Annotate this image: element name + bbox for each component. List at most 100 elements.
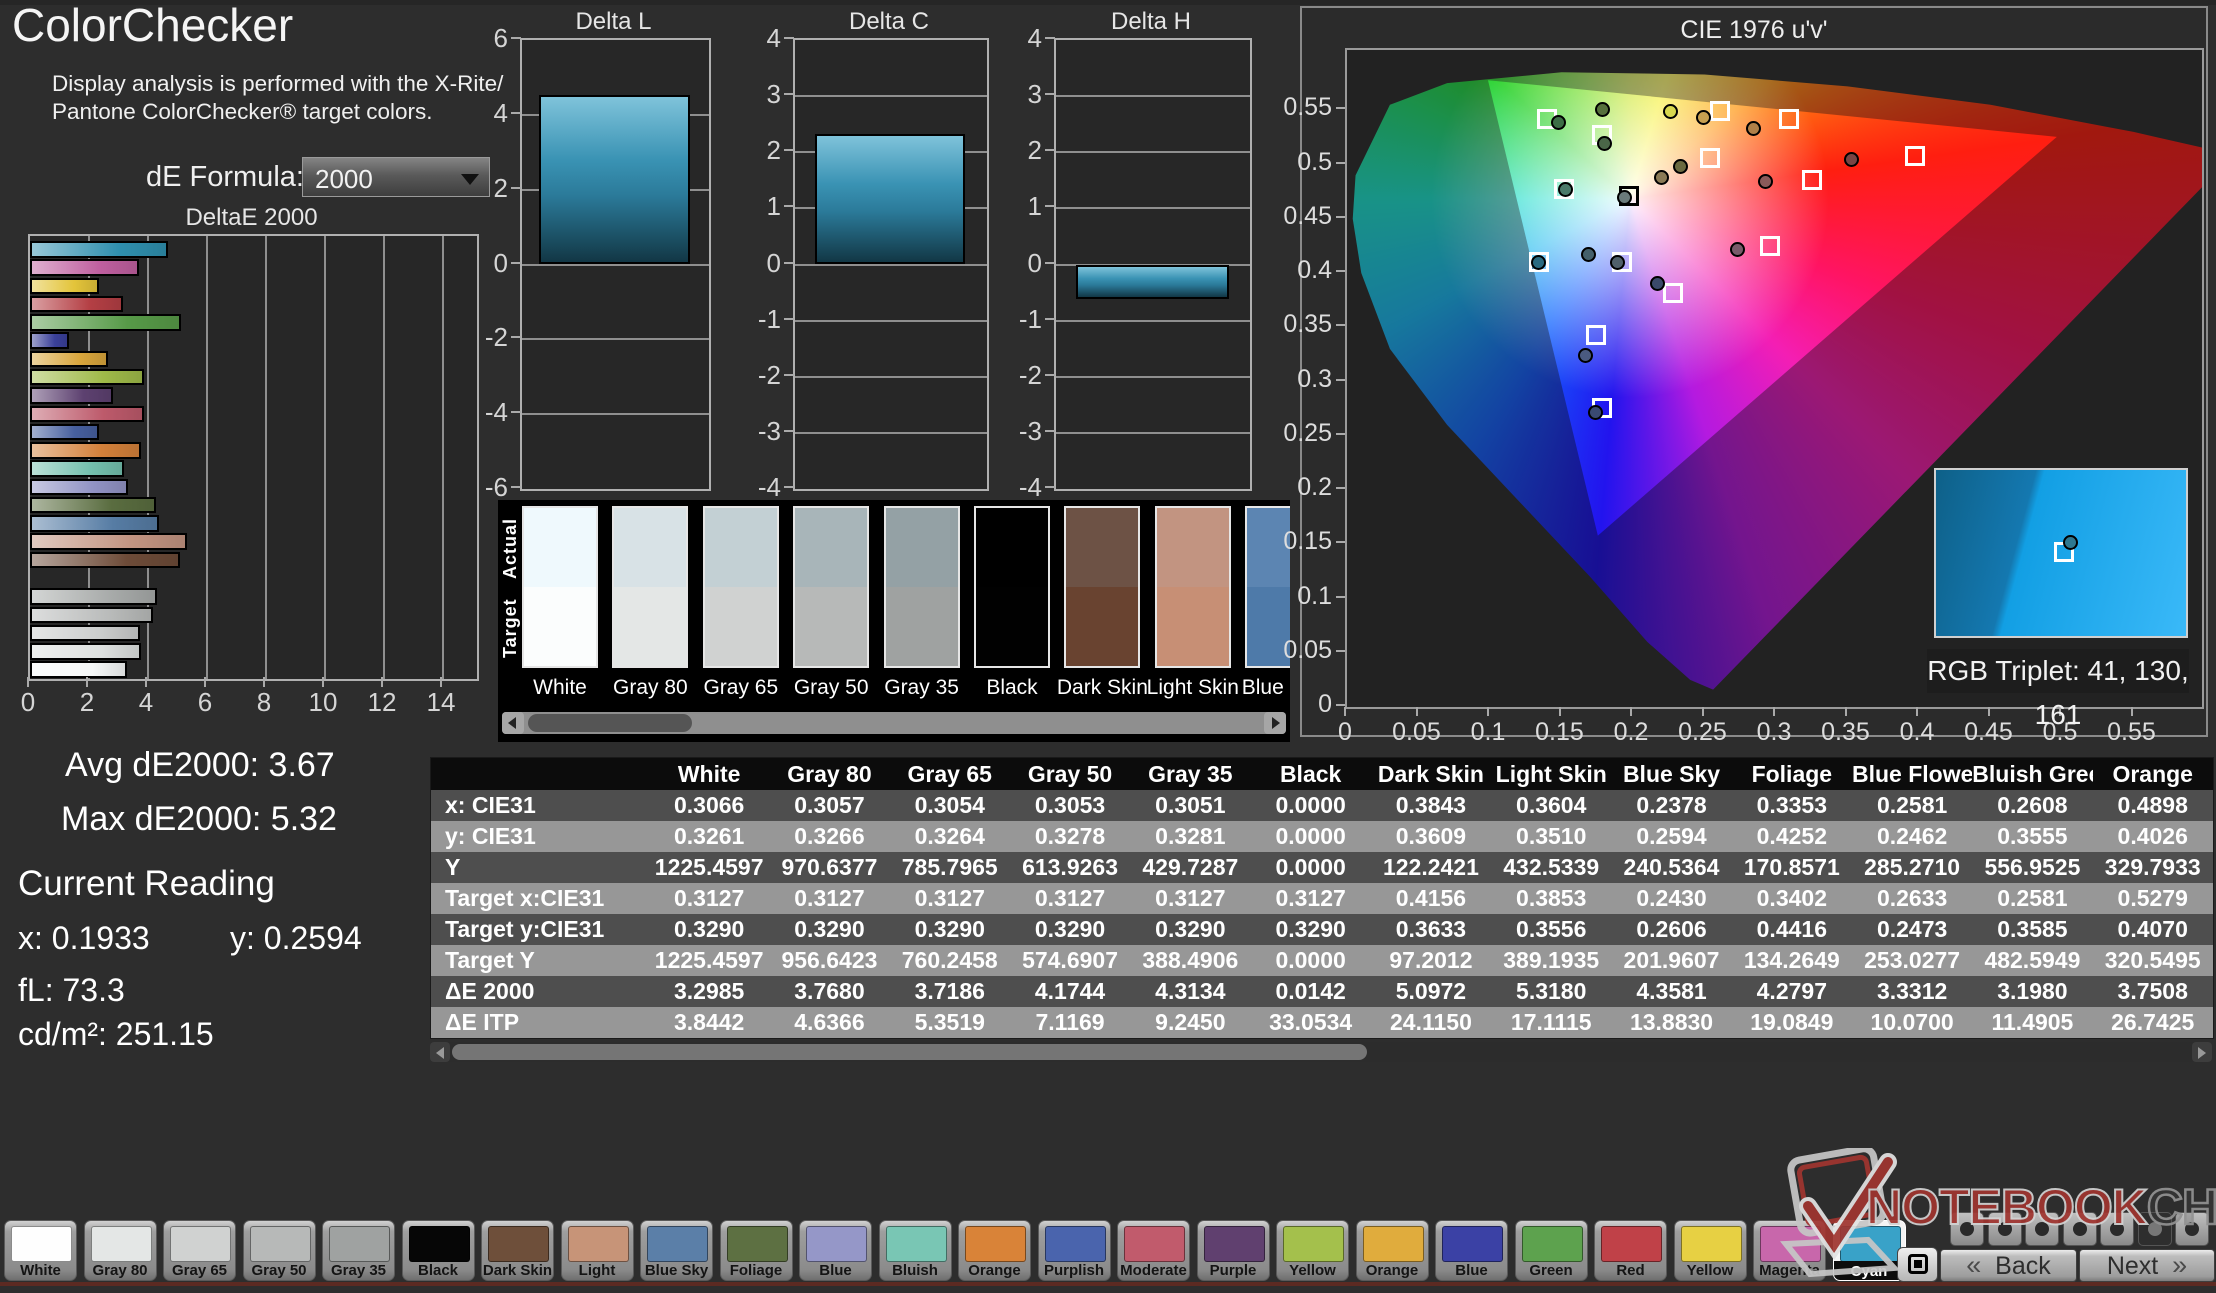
meter-mini-button-4[interactable] [2063,1212,2097,1246]
patch-button-purple[interactable]: Purple [1197,1220,1270,1281]
swatch-actual [524,508,596,587]
mini-chart-plot [1054,38,1252,491]
axis-tick [1045,149,1055,151]
patch-button-gray-65[interactable]: Gray 65 [163,1220,236,1281]
meter-mini-button-6[interactable] [2138,1212,2172,1246]
patch-button-light-skin[interactable]: Light Skin [561,1220,634,1281]
swatch-scrollbar-thumb[interactable] [528,714,692,732]
gridline [795,320,987,322]
row-label: Target Y [431,945,649,976]
meter-mini-button-2[interactable] [1988,1212,2022,1246]
table-cell: 0.2430 [1611,883,1731,914]
patch-label: Yellow [1675,1262,1746,1279]
table-cell: 0.4416 [1732,914,1852,945]
table-cell: 0.4252 [1732,821,1852,852]
table-cell: 3.7186 [890,976,1010,1007]
patch-button-dark-skin[interactable]: Dark Skin [481,1220,554,1281]
deltae-bar-yellow [30,278,99,295]
table-cell: 17.1115 [1491,1007,1611,1038]
patch-button-blue[interactable]: Blue [1435,1220,1508,1281]
table-scrollbar[interactable] [430,1042,2212,1062]
target-square [1710,101,1730,121]
axis-tick [1045,205,1055,207]
patch-button-gray-35[interactable]: Gray 35 [322,1220,395,1281]
swatch-scrollbar[interactable] [502,712,1286,734]
table-row: Target Y1225.4597956.6423760.2458574.690… [431,945,2213,976]
chevron-left-icon: « [1966,1250,1981,1280]
meter-mini-button-3[interactable] [2025,1212,2059,1246]
table-scroll-right-button[interactable] [2192,1042,2212,1062]
meter-mini-button-7[interactable] [2175,1212,2209,1246]
next-button[interactable]: Next » [2079,1249,2215,1282]
patch-button-yellow-green[interactable]: Yellow Green [1276,1220,1349,1281]
swatch-black [974,506,1050,668]
stop-measurement-button[interactable] [1897,1247,1938,1282]
patch-swatch [170,1226,231,1262]
patch-button-blue-sky[interactable]: Blue Sky [640,1220,713,1281]
patch-button-orange-yellow[interactable]: Orange Yellow [1356,1220,1429,1281]
table-cell: 1225.4597 [649,852,769,883]
swatch-actual [886,508,958,587]
patch-button-white[interactable]: White [4,1220,77,1281]
deltae-bar-foliage [30,497,156,514]
table-cell: 0.4898 [2093,790,2213,821]
row-label: Y [431,852,649,883]
patch-button-orange[interactable]: Orange [958,1220,1031,1281]
back-button[interactable]: « Back [1940,1249,2077,1282]
patch-button-foliage[interactable]: Foliage [720,1220,793,1281]
column-header: Bluish Green [1972,758,2092,790]
column-header: Gray 35 [1130,758,1250,790]
table-cell: 5.3180 [1491,976,1611,1007]
axis-tick-label: -1 [735,304,781,335]
patch-button-moderate-red[interactable]: Moderate Red [1117,1220,1190,1281]
patch-button-gray-80[interactable]: Gray 80 [84,1220,157,1281]
axis-tick-label: 4 [116,687,176,718]
axis-tick-label: 0 [0,687,58,718]
table-scrollbar-thumb[interactable] [452,1044,1367,1060]
meter-mini-button-5[interactable] [2100,1212,2134,1246]
row-label: Target x:CIE31 [431,883,649,914]
patch-button-gray-50[interactable]: Gray 50 [243,1220,316,1281]
patch-button-green[interactable]: Green [1515,1220,1588,1281]
patch-button-blue-flower[interactable]: Blue Flower [799,1220,872,1281]
table-cell: 3.7508 [2093,976,2213,1007]
target-square [1586,325,1606,345]
column-header: Orange [2093,758,2213,790]
patch-label: Gray 35 [323,1262,394,1279]
axis-tick [1988,707,1990,716]
fl-readout: fL: 73.3 [18,972,125,1009]
table-cell: 10.0700 [1852,1007,1972,1038]
table-cell: 760.2458 [890,945,1010,976]
measured-point [1844,152,1859,167]
patch-swatch [727,1226,788,1262]
patch-button-yellow[interactable]: Yellow [1674,1220,1747,1281]
column-header: Blue Sky [1611,758,1731,790]
axis-tick-label: 0.3 [1739,718,1809,747]
axis-tick [1336,107,1345,109]
swatch-gray-80 [612,506,688,668]
axis-tick-label: 10 [293,687,353,718]
deltae-bar-gray-80 [30,643,141,660]
patch-button-cyan[interactable]: Cyan [1833,1220,1906,1281]
patch-button-red[interactable]: Red [1594,1220,1667,1281]
axis-tick [784,318,794,320]
deltae-bar-orange [30,442,141,459]
axis-tick-label: -1 [996,304,1042,335]
patch-button-black[interactable]: Black [402,1220,475,1281]
patch-button-magenta[interactable]: Magenta [1753,1220,1826,1281]
deltae-bar-purplish-blue [30,424,99,441]
patch-button-purplish-blue[interactable]: Purplish Blue [1038,1220,1111,1281]
table-cell: 0.0000 [1250,821,1370,852]
row-label: ΔE ITP [431,1007,649,1038]
meter-mini-button-1[interactable] [1950,1212,1984,1246]
deltae-bar-blue [30,332,69,349]
deltae-bar-cyan [30,241,168,258]
axis-tick [1487,707,1489,716]
axis-tick [784,149,794,151]
swatch-target [614,587,686,666]
table-scroll-left-button[interactable] [430,1042,450,1062]
table-cell: 429.7287 [1130,852,1250,883]
deltae-bar-white [30,661,127,678]
patch-button-bluish-green[interactable]: Bluish Green [879,1220,952,1281]
swatch-scroll-left-button[interactable] [502,712,524,734]
